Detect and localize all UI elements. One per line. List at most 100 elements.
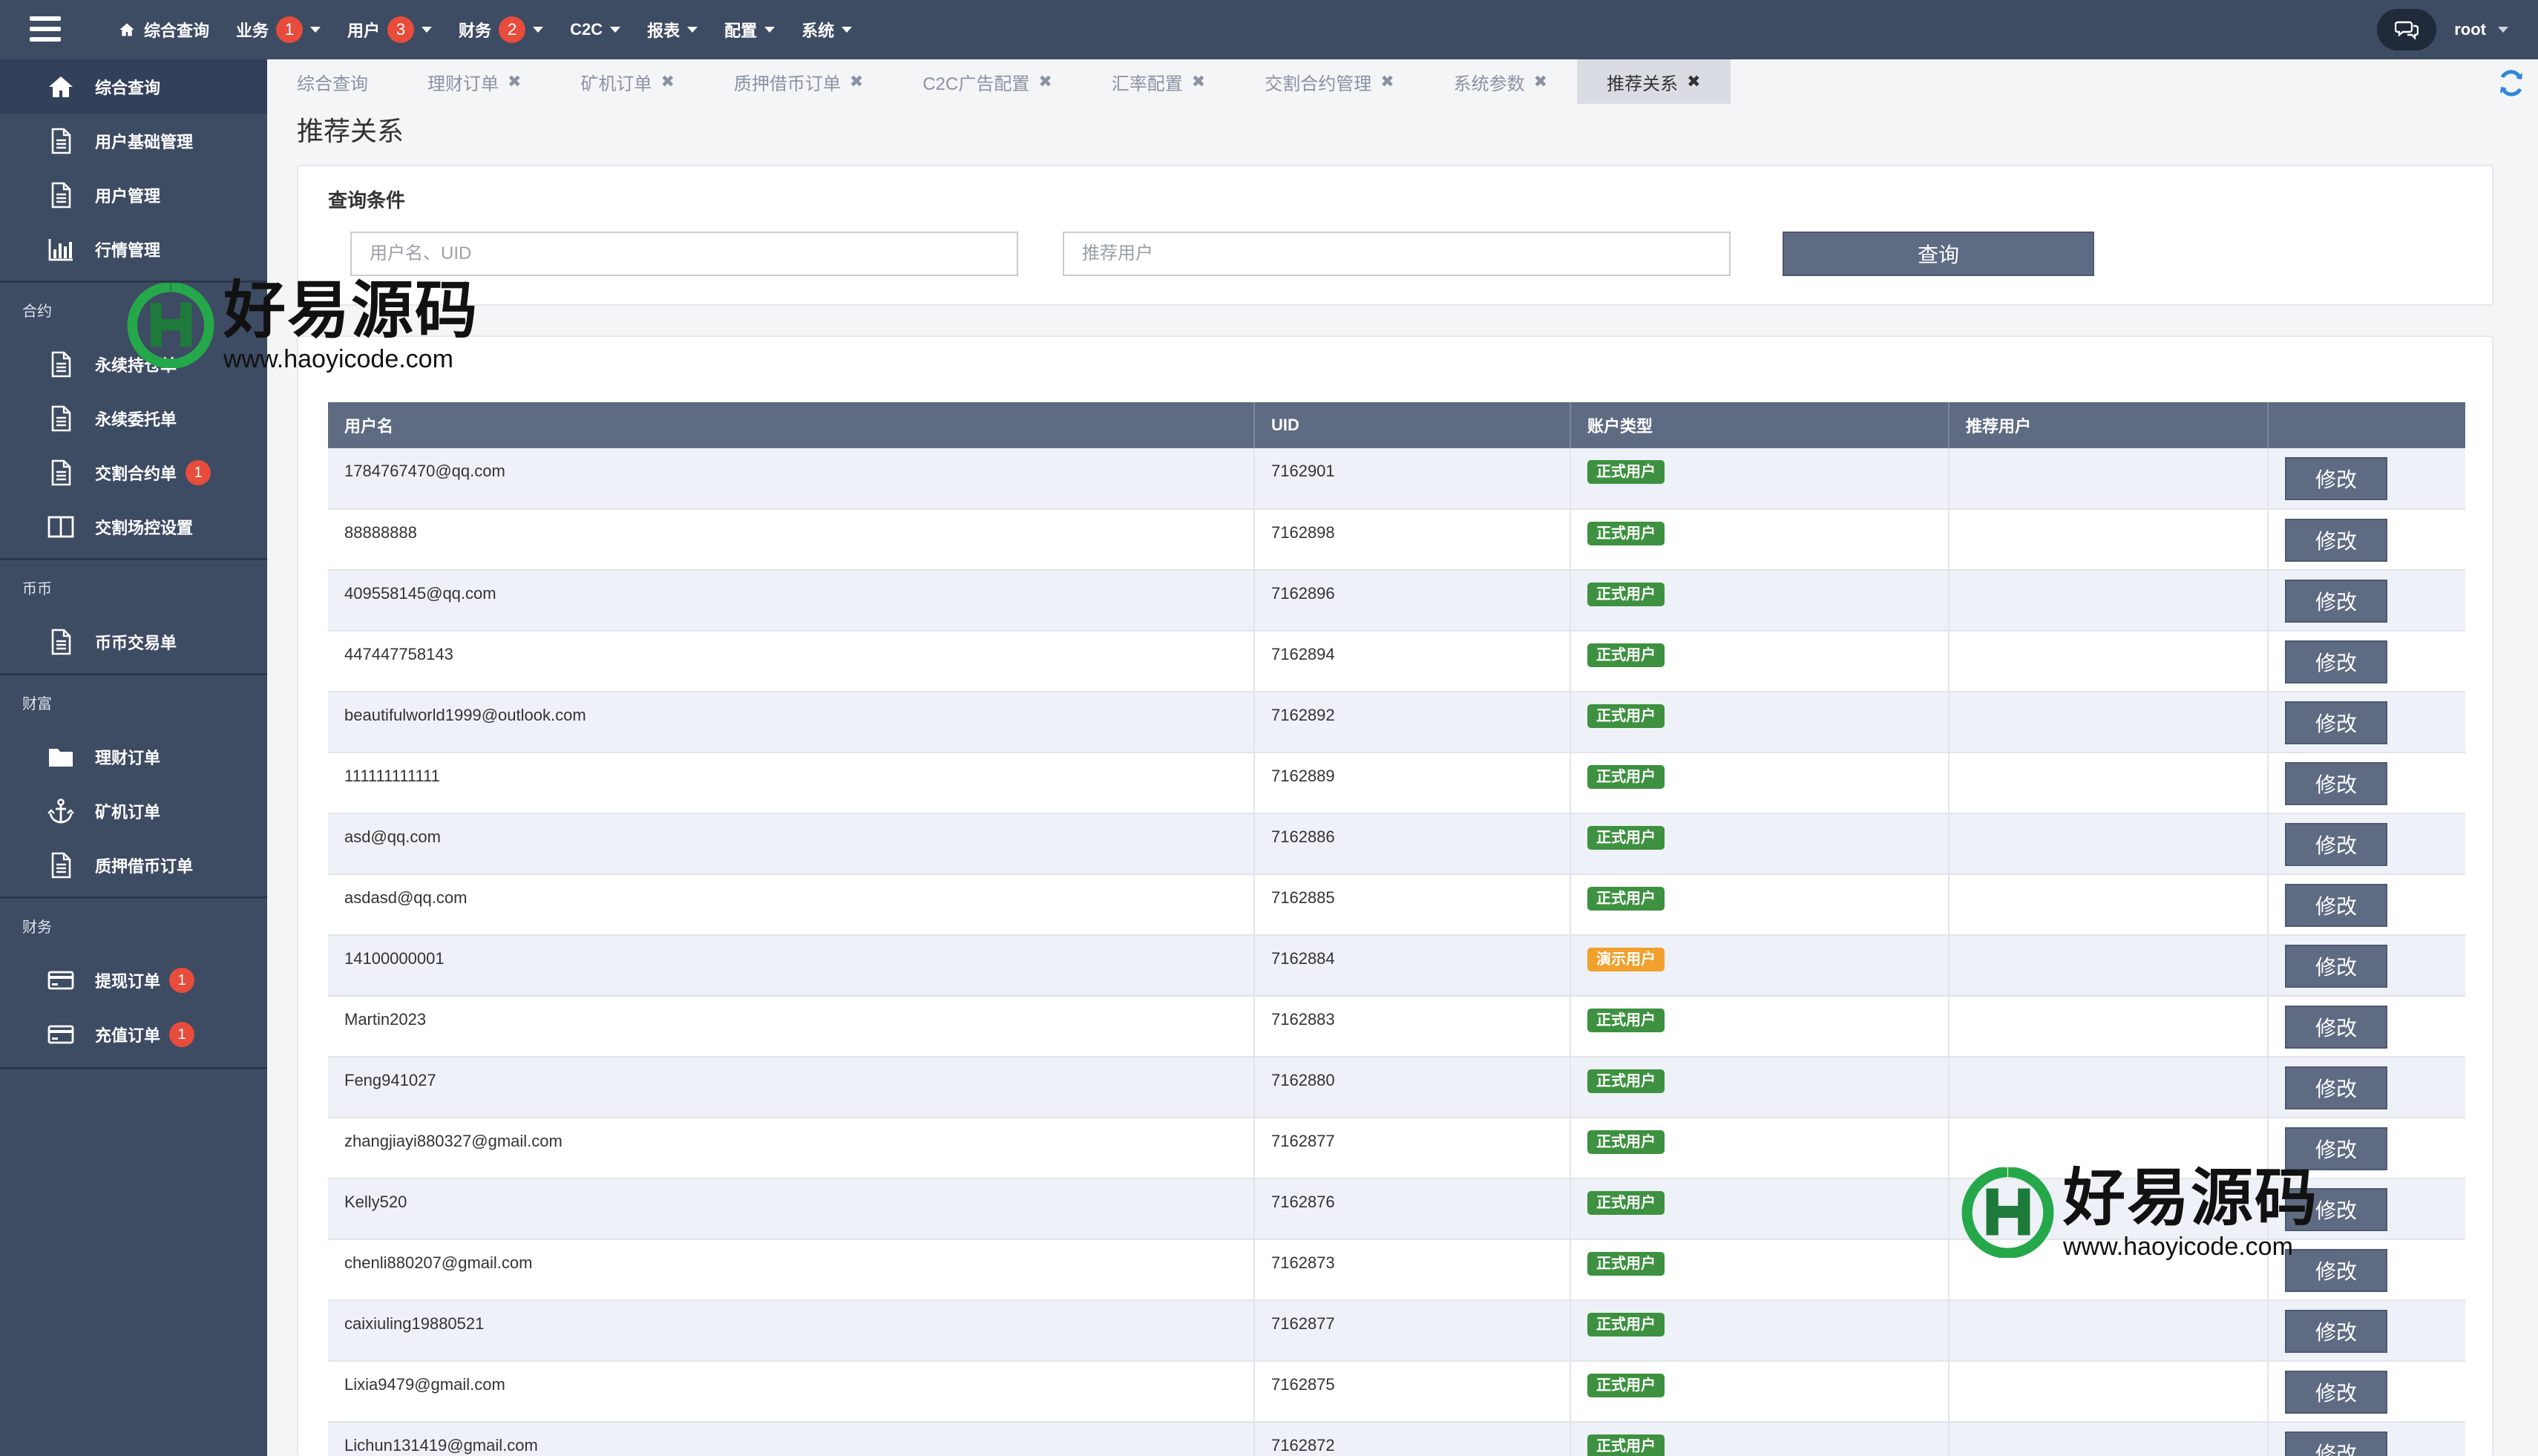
sidebar-item[interactable]: 综合查询 bbox=[0, 59, 267, 114]
account-type-cell: 正式用户 bbox=[1570, 813, 1950, 875]
edit-button[interactable]: 修改 bbox=[2285, 1310, 2387, 1353]
sidebar-item[interactable]: 矿机订单 bbox=[0, 784, 267, 838]
referrer-input[interactable] bbox=[1063, 232, 1731, 276]
user-menu[interactable]: root bbox=[2454, 20, 2508, 39]
tab-label: C2C广告配置 bbox=[922, 73, 1030, 94]
referrer-cell bbox=[1949, 1300, 2269, 1362]
chevron-down-icon bbox=[610, 27, 621, 33]
tab-label: 矿机订单 bbox=[580, 73, 652, 94]
sidebar-item[interactable]: 交割合约单 1 bbox=[0, 445, 267, 499]
account-type-badge: 正式用户 bbox=[1587, 1009, 1665, 1032]
close-icon[interactable]: ✖ bbox=[660, 72, 674, 91]
edit-button[interactable]: 修改 bbox=[2285, 580, 2387, 623]
table-row: asd@qq.com 7162886 正式用户 修改 bbox=[328, 813, 2465, 875]
top-nav-item-4[interactable]: C2C bbox=[570, 20, 621, 39]
uid-cell: 7162885 bbox=[1254, 874, 1571, 936]
sidebar-item[interactable]: 用户管理 bbox=[0, 168, 267, 222]
sidebar-item-label: 理财订单 bbox=[95, 748, 161, 767]
tab-5[interactable]: 汇率配置 ✖ bbox=[1082, 59, 1235, 104]
top-nav-item-3[interactable]: 财务 2 bbox=[459, 16, 544, 43]
tab-label: 交割合约管理 bbox=[1265, 73, 1372, 94]
sidebar-item[interactable]: 交割场控设置 bbox=[0, 499, 267, 554]
sidebar-item[interactable]: 币币交易单 bbox=[0, 614, 267, 669]
edit-button[interactable]: 修改 bbox=[2285, 457, 2387, 500]
menu-toggle-icon[interactable] bbox=[30, 16, 61, 42]
edit-button[interactable]: 修改 bbox=[2285, 762, 2387, 805]
tab-6[interactable]: 交割合约管理 ✖ bbox=[1235, 59, 1423, 104]
tab-8[interactable]: 推荐关系 ✖ bbox=[1577, 59, 1731, 104]
top-right-area: root bbox=[2377, 0, 2508, 59]
close-icon[interactable]: ✖ bbox=[1687, 72, 1700, 91]
tab-7[interactable]: 系统参数 ✖ bbox=[1424, 59, 1577, 104]
document-icon bbox=[46, 404, 76, 433]
top-nav-item-2[interactable]: 用户 3 bbox=[347, 16, 433, 43]
close-icon[interactable]: ✖ bbox=[850, 72, 863, 91]
column-header bbox=[2268, 402, 2465, 448]
tab-3[interactable]: 质押借币订单 ✖ bbox=[704, 59, 893, 104]
page-title: 推荐关系 bbox=[297, 116, 404, 146]
credit-card-icon bbox=[46, 1020, 76, 1049]
close-icon[interactable]: ✖ bbox=[1380, 72, 1394, 91]
sidebar-item[interactable]: 质押借币订单 bbox=[0, 838, 267, 892]
tab-label: 推荐关系 bbox=[1607, 73, 1679, 94]
sidebar-item[interactable]: 理财订单 bbox=[0, 729, 267, 784]
uid-cell: 7162877 bbox=[1254, 1300, 1571, 1362]
top-nav-item-5[interactable]: 报表 bbox=[647, 18, 698, 42]
account-type-badge: 正式用户 bbox=[1587, 583, 1665, 606]
close-icon[interactable]: ✖ bbox=[1192, 72, 1205, 91]
sidebar-item[interactable]: 永续委托单 bbox=[0, 391, 267, 445]
edit-button[interactable]: 修改 bbox=[2285, 823, 2387, 866]
edit-button[interactable]: 修改 bbox=[2285, 945, 2387, 988]
top-nav-label: 配置 bbox=[724, 22, 758, 40]
top-nav: 综合查询 业务 1 用户 3 财务 2 C2C 报表 配置 系统 bbox=[119, 0, 879, 59]
sidebar-item[interactable]: 行情管理 bbox=[0, 222, 267, 276]
tab-2[interactable]: 矿机订单 ✖ bbox=[551, 59, 704, 104]
tab-0[interactable]: 综合查询 bbox=[267, 59, 398, 104]
action-cell: 修改 bbox=[2268, 874, 2465, 936]
action-cell: 修改 bbox=[2268, 1300, 2465, 1362]
tab-4[interactable]: C2C广告配置 ✖ bbox=[893, 59, 1081, 104]
username-cell: 14100000001 bbox=[328, 935, 1255, 997]
document-icon bbox=[46, 850, 76, 880]
home-icon bbox=[46, 72, 76, 102]
top-nav-item-6[interactable]: 配置 bbox=[724, 18, 776, 42]
username-uid-input[interactable] bbox=[350, 232, 1018, 276]
chevron-down-icon bbox=[764, 27, 776, 33]
watermark-url: www.haoyicode.com bbox=[223, 345, 453, 373]
table-header-row: 用户名 UID 账户类型 推荐用户 bbox=[328, 402, 2465, 448]
close-icon[interactable]: ✖ bbox=[1038, 72, 1052, 91]
sidebar-item[interactable]: 充值订单 1 bbox=[0, 1007, 267, 1061]
query-panel: 查询条件 查询 bbox=[297, 165, 2493, 306]
edit-button[interactable]: 修改 bbox=[2285, 640, 2387, 683]
top-nav-item-0[interactable]: 综合查询 bbox=[119, 18, 209, 42]
chevron-down-icon bbox=[422, 27, 433, 33]
chevron-down-icon bbox=[310, 27, 321, 33]
top-nav-item-1[interactable]: 业务 1 bbox=[236, 16, 321, 43]
edit-button[interactable]: 修改 bbox=[2285, 519, 2387, 562]
referrer-cell bbox=[1949, 874, 2269, 936]
edit-button[interactable]: 修改 bbox=[2285, 1066, 2387, 1109]
chevron-down-icon bbox=[687, 27, 698, 33]
edit-button[interactable]: 修改 bbox=[2285, 1006, 2387, 1049]
refresh-icon[interactable] bbox=[2496, 68, 2526, 98]
sidebar-item[interactable]: 用户基础管理 bbox=[0, 114, 267, 168]
close-icon[interactable]: ✖ bbox=[1534, 72, 1547, 91]
chat-button[interactable] bbox=[2377, 9, 2437, 50]
edit-button[interactable]: 修改 bbox=[2285, 1371, 2387, 1414]
account-type-cell: 正式用户 bbox=[1570, 1239, 1950, 1301]
referrer-cell bbox=[1949, 1361, 2269, 1423]
query-button[interactable]: 查询 bbox=[1783, 232, 2094, 276]
table-row: Feng941027 7162880 正式用户 修改 bbox=[328, 1057, 2465, 1118]
sidebar-item[interactable]: 提现订单 1 bbox=[0, 953, 267, 1007]
close-icon[interactable]: ✖ bbox=[508, 72, 521, 91]
tab-label: 理财订单 bbox=[427, 73, 499, 94]
sidebar-item-label: 质押借币订单 bbox=[95, 856, 194, 876]
tab-1[interactable]: 理财订单 ✖ bbox=[398, 59, 551, 104]
edit-button[interactable]: 修改 bbox=[2285, 884, 2387, 927]
notification-badge: 1 bbox=[169, 967, 195, 993]
top-nav-item-7[interactable]: 系统 bbox=[801, 18, 853, 42]
account-type-badge: 正式用户 bbox=[1587, 1130, 1665, 1154]
edit-button[interactable]: 修改 bbox=[2285, 1432, 2387, 1456]
anchor-icon bbox=[46, 796, 76, 826]
edit-button[interactable]: 修改 bbox=[2285, 701, 2387, 744]
